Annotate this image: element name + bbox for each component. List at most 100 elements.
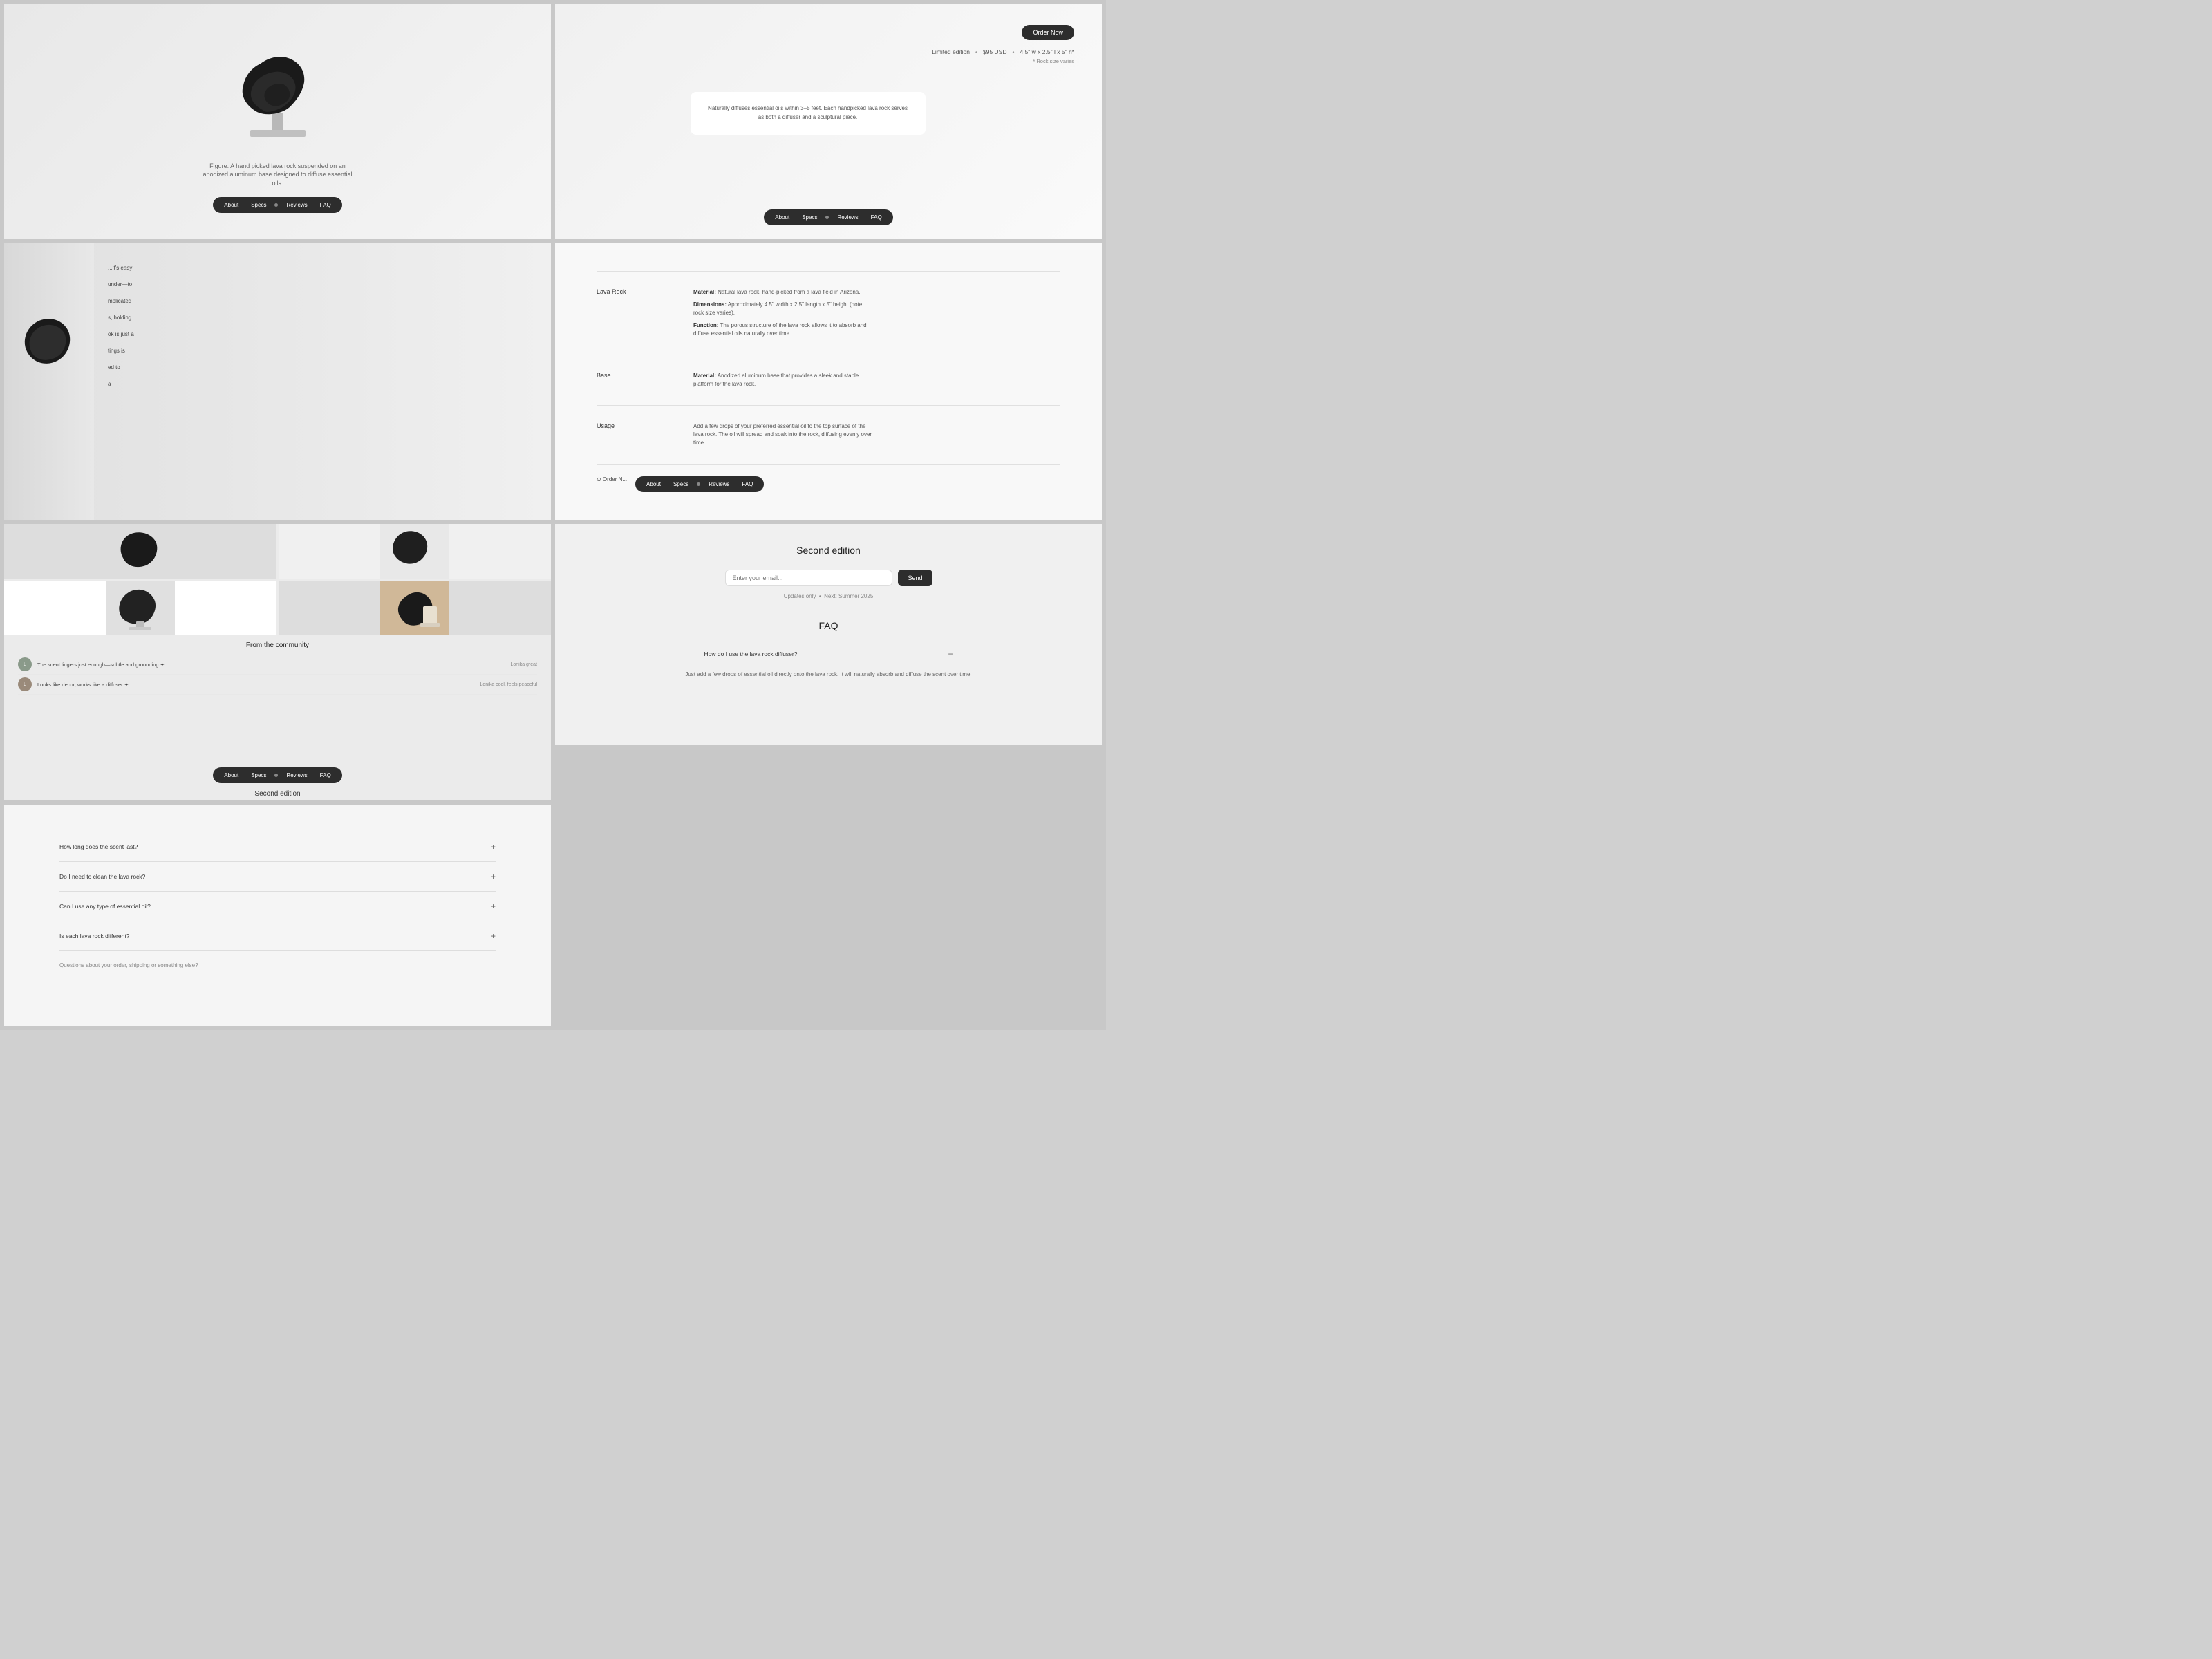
nav-pill-specs: About Specs Reviews FAQ: [635, 476, 764, 492]
spec-row-usage: Usage Add a few drops of your preferred …: [597, 406, 1060, 465]
spec-label-lava-rock: Lava Rock: [597, 288, 666, 338]
spec-usage-text: Add a few drops of your preferred essent…: [693, 422, 873, 447]
meta-edition: Limited edition: [932, 48, 970, 55]
img-cell-4: [279, 581, 551, 635]
bottom-nav-specs: ⊙ Order N... About Specs Reviews FAQ: [597, 467, 1060, 492]
community-review-2: L Looks like decor, works like a diffuse…: [18, 675, 537, 695]
review-text-8: a: [108, 380, 537, 388]
reviews-section: ...it's easy under—to mplicated s, holdi…: [94, 243, 551, 520]
description-card: Naturally diffuses essential oils within…: [691, 92, 926, 135]
panel-mid-right-bottom: About Specs Reviews FAQ Second edition: [4, 763, 551, 800]
nav-faq-2[interactable]: FAQ: [865, 212, 888, 223]
faq-item-oil: Can I use any type of essential oil? +: [59, 892, 496, 921]
faq-toggle-clean[interactable]: +: [491, 872, 496, 881]
nav-pill-mid-right: About Specs Reviews FAQ: [213, 767, 341, 783]
nav-faq-mr[interactable]: FAQ: [315, 770, 337, 780]
contact-note: Questions about your order, shipping or …: [59, 962, 496, 968]
spec-label-usage: Usage: [597, 422, 666, 447]
faq-question-oil: Can I use any type of essential oil?: [59, 903, 151, 910]
nav-reviews-mr[interactable]: Reviews: [281, 770, 312, 780]
review-text-4: s, holding: [108, 314, 537, 322]
img-cell-3: [4, 581, 276, 635]
meta-dot: •: [975, 48, 977, 55]
nav-dot-1: [274, 203, 278, 207]
faq-question-scent: How long does the scent last?: [59, 843, 138, 850]
nav-pill-top-right: About Specs Reviews FAQ: [764, 209, 892, 225]
spec-material-lava: Material: Natural lava rock, hand-picked…: [693, 288, 873, 297]
community-section: From the community L The scent lingers j…: [4, 635, 551, 763]
spec-details-base: Material: Anodized aluminum base that pr…: [693, 372, 1060, 388]
nav-reviews-2[interactable]: Reviews: [832, 212, 863, 223]
meta-price: $95 USD: [983, 48, 1007, 55]
spec-dimensions-lava: Dimensions: Approximately 4.5" width x 2…: [693, 301, 873, 317]
spec-label-base: Base: [597, 372, 666, 388]
review-user-1: Lonika great: [510, 662, 537, 667]
nav-specs-mr[interactable]: Specs: [245, 770, 272, 780]
nav-specs-1[interactable]: Specs: [245, 200, 272, 210]
nav-faq-1[interactable]: FAQ: [315, 200, 337, 210]
review-text-3: mplicated: [108, 297, 537, 306]
nav-specs-specs[interactable]: Specs: [668, 479, 694, 489]
update-note: Updates only • Next: Summer 2025: [784, 593, 874, 599]
community-review-1: L The scent lingers just enough—subtle a…: [18, 655, 537, 675]
faq-item-scent: How long does the scent last? +: [59, 832, 496, 862]
spec-details-lava-rock: Material: Natural lava rock, hand-picked…: [693, 288, 1060, 338]
review-text-2: under—to: [108, 281, 537, 289]
nav-dot-2r: [825, 216, 829, 219]
spec-material-base: Material: Anodized aluminum base that pr…: [693, 372, 873, 388]
review-text-1: ...it's easy: [108, 264, 537, 272]
second-edition-mid-right: Second edition: [252, 787, 303, 800]
nav-reviews-1[interactable]: Reviews: [281, 200, 312, 210]
meta-dot-2: •: [1013, 48, 1015, 55]
meta-size: 4.5" w x 2.5" l x 5" h*: [1020, 48, 1074, 55]
faq-title: FAQ: [818, 620, 838, 631]
nav-reviews-specs[interactable]: Reviews: [703, 479, 735, 489]
faq-item-unique: Is each lava rock different? +: [59, 921, 496, 951]
community-title: From the community: [18, 641, 537, 649]
faq-question-clean: Do I need to clean the lava rock?: [59, 873, 145, 880]
lava-rock-image: [209, 30, 347, 155]
faq-toggle-unique[interactable]: +: [491, 931, 496, 941]
panel-bot-left: Second edition Send Updates only • Next:…: [555, 524, 1102, 745]
nav-about-1[interactable]: About: [218, 200, 244, 210]
faq-toggle-oil[interactable]: +: [491, 901, 496, 911]
next-note: Next: Summer 2025: [824, 593, 873, 599]
review-user-2: Lonika cool, feels peaceful: [480, 682, 538, 687]
spec-row-lava-rock: Lava Rock Material: Natural lava rock, h…: [597, 271, 1060, 355]
review-text-community-2: Looks like decor, works like a diffuser …: [37, 682, 475, 688]
review-text-7: ed to: [108, 364, 537, 372]
spec-function-lava: Function: The porous structure of the la…: [693, 321, 873, 338]
send-button[interactable]: Send: [898, 570, 932, 586]
review-text-6: tings is: [108, 347, 537, 355]
faq-toggle-1[interactable]: −: [948, 649, 953, 659]
img-cell-1: [4, 524, 276, 579]
faq-item-clean: Do I need to clean the lava rock? +: [59, 862, 496, 892]
second-edition-title: Second edition: [796, 545, 861, 556]
faq-question-unique: Is each lava rock different?: [59, 932, 129, 939]
product-meta: Limited edition • $95 USD • 4.5" w x 2.5…: [932, 48, 1074, 55]
nav-specs-2[interactable]: Specs: [796, 212, 823, 223]
nav-about-specs[interactable]: About: [641, 479, 666, 489]
faq-toggle-scent[interactable]: +: [491, 842, 496, 852]
rock-size-note: * Rock size varies: [1033, 58, 1074, 64]
nav-faq-specs[interactable]: FAQ: [736, 479, 758, 489]
avatar-1: L: [18, 657, 32, 671]
img-cell-2: [279, 524, 551, 579]
faq-item-how-to-use: How do I use the lava rock diffuser? −: [704, 642, 953, 666]
faq-answer-1: Just add a few drops of essential oil di…: [685, 671, 971, 679]
panel-specs: Lava Rock Material: Natural lava rock, h…: [555, 243, 1102, 520]
spec-row-base: Base Material: Anodized aluminum base th…: [597, 355, 1060, 406]
spec-details-usage: Add a few drops of your preferred essent…: [693, 422, 1060, 447]
nav-pill-top-left: About Specs Reviews FAQ: [213, 197, 341, 213]
nav-about-2[interactable]: About: [769, 212, 795, 223]
nav-dot-mr: [274, 774, 278, 777]
email-input[interactable]: [725, 570, 893, 586]
left-rock-section: [4, 243, 94, 520]
nav-dot-specs: [697, 482, 700, 486]
panel-hero-left: Figure: A hand picked lava rock suspende…: [4, 4, 551, 239]
order-label-specs: ⊙ Order N...: [597, 476, 627, 482]
nav-about-mr[interactable]: About: [218, 770, 244, 780]
panel-bot-right: How long does the scent last? + Do I nee…: [4, 805, 551, 1026]
review-text-community-1: The scent lingers just enough—subtle and…: [37, 662, 505, 668]
order-now-button-top[interactable]: Order Now: [1022, 25, 1074, 40]
